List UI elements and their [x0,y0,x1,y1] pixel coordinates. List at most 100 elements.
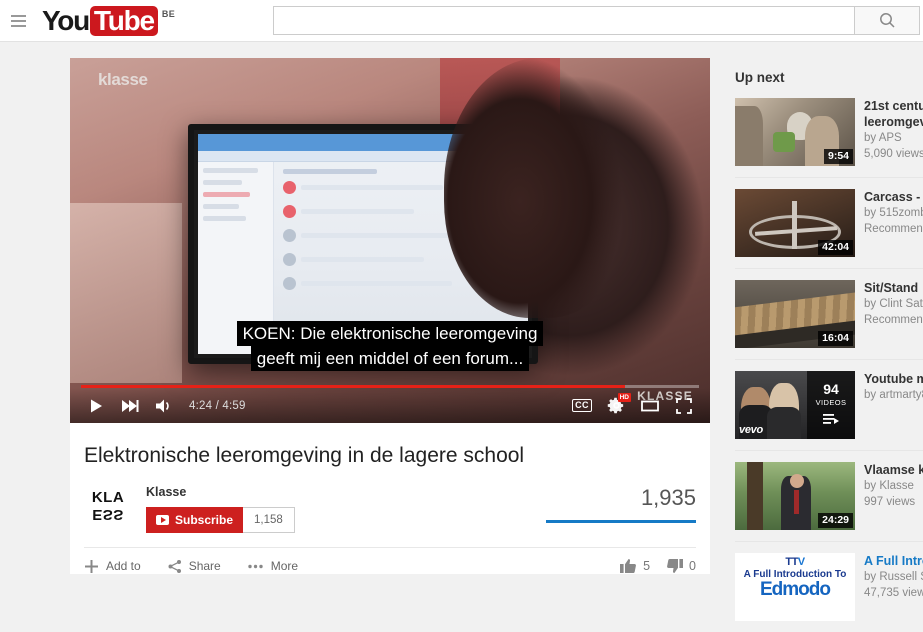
like-count: 5 [643,559,651,573]
search-bar [273,6,921,35]
search-input[interactable] [273,6,855,35]
video-title[interactable]: A Full Intro [864,553,923,569]
sidebar: Up next 9:54 21st centu leeromgev by APS… [735,70,923,632]
subscriber-count[interactable]: 1,158 [243,507,295,533]
volume-icon [156,399,169,412]
search-icon [879,13,895,28]
list-item[interactable]: 16:04 Sit/Stand by Clint Satt Recommend [735,268,923,359]
avatar[interactable]: KLA ESS [84,485,132,527]
page-body: klasse KLASSE KOEN: Die elektronische le… [0,42,923,621]
page-title: Elektronische leeromgeving in de lagere … [84,444,525,467]
video-thumbnail[interactable]: 24:29 [735,462,855,530]
channel-watermark-top: klasse [98,70,148,89]
playlist-count: 94 [823,380,839,397]
next-video-icon [122,399,139,412]
video-title[interactable]: Youtube m [864,371,923,387]
owner-meta: Klasse Subscribe 1,158 [146,485,295,533]
video-thumbnail[interactable]: 9:54 [735,98,855,166]
search-button[interactable] [854,6,921,35]
video-thumbnail[interactable]: vevo 94 VIDEOS [735,371,855,439]
subscribe-row: Subscribe 1,158 [146,507,295,533]
add-to-label: Add to [106,559,141,573]
video-duration: 9:54 [823,149,853,164]
quality-badge: HD [617,392,631,402]
video-views: 47,735 views [864,587,923,599]
subscribe-play-icon [156,515,169,525]
play-button[interactable] [79,391,113,421]
more-dots-icon [247,559,264,574]
player-controls: 4:24 / 4:59 CC HD [70,388,710,423]
video-title[interactable]: 21st centu [864,98,923,114]
up-next-heading: Up next [735,70,785,85]
video-duration: 42:04 [818,240,853,255]
video-author: by Klasse [864,480,914,492]
theater-mode-icon [641,400,659,411]
share-label: Share [188,559,221,573]
video-duration: 24:29 [818,513,853,528]
video-thumbnail[interactable]: TTV A Full Introduction To Edmodo [735,553,855,621]
list-item[interactable]: 42:04 Carcass - by 515zomb Recommend [735,177,923,268]
list-item[interactable]: 24:29 Vlaamse k by Klasse 997 views [735,450,923,541]
thumbnail-line1: A Full Introduction To [743,569,847,580]
logo-text-tube: Tube [89,5,158,36]
list-item[interactable]: 9:54 21st centu leeromgev by APS 5,090 v… [735,98,923,177]
list-item[interactable]: vevo 94 VIDEOS Youtube m by artmarty8 [735,359,923,450]
watch-column: klasse KLASSE KOEN: Die elektronische le… [70,58,710,574]
theater-mode-button[interactable] [633,391,667,421]
play-icon [91,399,102,412]
vevo-badge: vevo [739,424,763,436]
list-item[interactable]: TTV A Full Introduction To Edmodo A Full… [735,541,923,632]
volume-button[interactable] [147,391,181,421]
video-title[interactable]: Carcass - [864,189,923,205]
fullscreen-icon [676,397,692,414]
video-author: by Clint Satt [864,298,923,310]
video-title[interactable]: Sit/Stand [864,280,923,296]
video-meta: A Full Intro by Russell St 47,735 views [864,553,923,621]
add-to-button[interactable]: Add to [84,559,141,574]
playlist-label: VIDEOS [815,397,847,407]
video-meta: Carcass - by 515zomb Recommend [864,189,923,257]
player-controls-right: CC HD [565,391,701,421]
video-meta: Sit/Stand by Clint Satt Recommend [864,280,923,348]
thumbnail-logo-text: TTV [785,556,805,568]
video-author: by Russell St [864,571,923,583]
video-views: Recommend [864,223,923,235]
video-views: 5,090 views [864,148,923,160]
video-views: 997 views [864,496,916,508]
next-video-button[interactable] [113,391,147,421]
captions-label: CC [572,399,592,412]
subscribe-button[interactable]: Subscribe [146,507,244,533]
hamburger-icon[interactable] [6,9,30,33]
view-count-block: 1,935 [546,485,696,523]
time-display: 4:24 / 4:59 [189,399,246,412]
captions-button[interactable]: CC [565,391,599,421]
playlist-icon [823,411,839,429]
share-icon [167,559,182,574]
video-thumbnail[interactable]: 42:04 [735,189,855,257]
video-title-line2[interactable]: leeromgev [864,114,923,130]
video-author: by APS [864,132,902,144]
settings-button[interactable]: HD [599,391,633,421]
video-author: by 515zomb [864,207,923,219]
video-thumbnail[interactable]: 16:04 [735,280,855,348]
fullscreen-button[interactable] [667,391,701,421]
youtube-logo[interactable]: You Tube BE [42,5,175,36]
share-button[interactable]: Share [167,559,221,574]
channel-name[interactable]: Klasse [146,485,295,499]
more-button[interactable]: More [247,559,298,574]
view-count: 1,935 [640,485,696,510]
video-duration: 16:04 [818,331,853,346]
video-foreground-head [444,58,634,318]
plus-icon [84,559,99,574]
video-views: Recommend [864,314,923,326]
owner-row: KLA ESS Klasse Subscribe 1,158 1,935 [70,469,710,533]
more-label: More [270,559,299,573]
thumbnail-line2: Edmodo [760,579,831,600]
masthead: You Tube BE [0,0,923,42]
video-meta: 21st centu leeromgev by APS 5,090 views [864,98,923,166]
subscribe-label: Subscribe [175,513,234,527]
video-title[interactable]: Vlaamse k [864,462,923,478]
video-player[interactable]: klasse KLASSE KOEN: Die elektronische le… [70,58,710,423]
video-meta: Vlaamse k by Klasse 997 views [864,462,923,530]
video-info: Elektronische leeromgeving in de lagere … [70,423,710,574]
